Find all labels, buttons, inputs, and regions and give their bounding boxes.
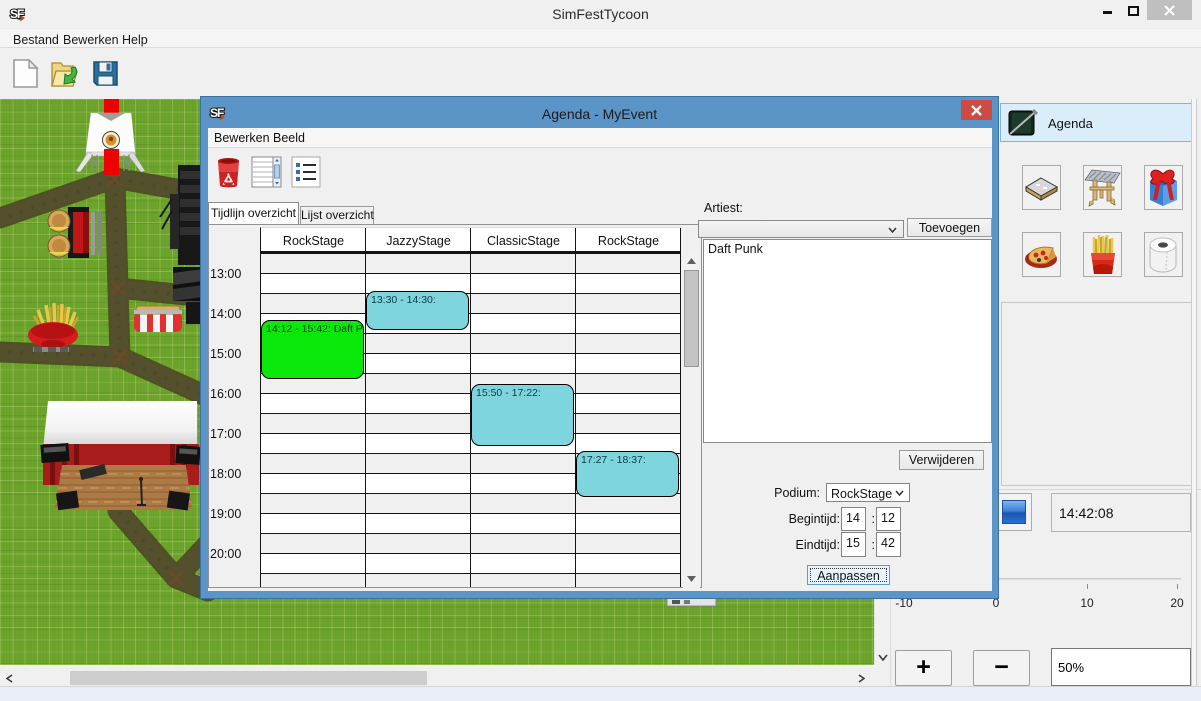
svg-text:SF: SF	[10, 7, 24, 21]
